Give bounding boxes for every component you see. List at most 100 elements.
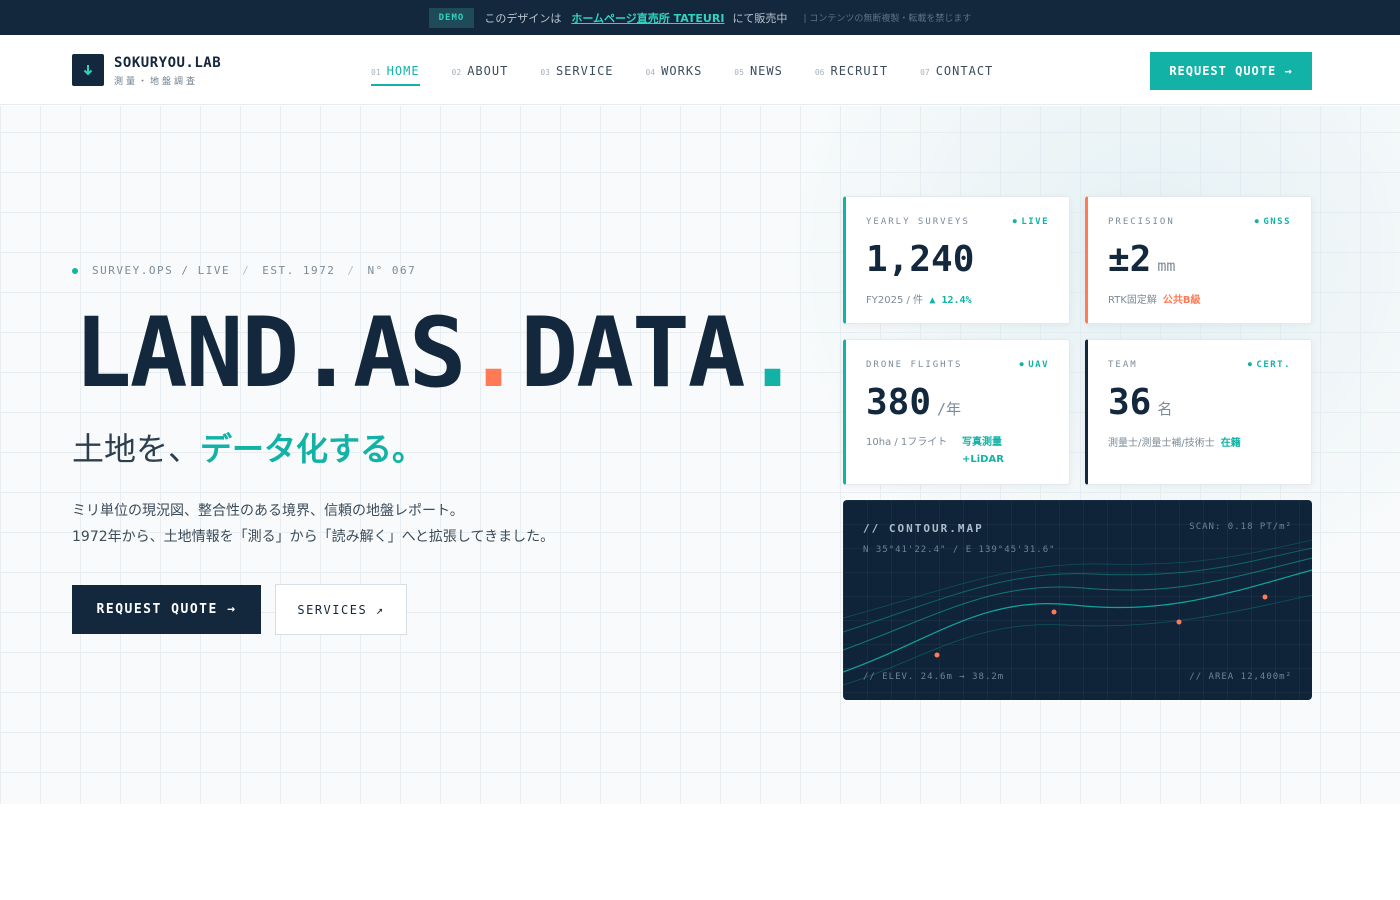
headline-dot: . (297, 297, 355, 409)
nav-number: 03 (540, 68, 550, 77)
demo-badge: DEMO (428, 7, 475, 28)
nav-label: WORKS (661, 64, 703, 78)
nav-label: ABOUT (467, 64, 509, 78)
stat-unit: /年 (937, 400, 962, 418)
stat-footnote: FY2025 / 件 ▲ 12.4% (866, 291, 972, 306)
stat-number: 380 (866, 382, 932, 423)
nav-number: 05 (734, 68, 744, 77)
stat-badge: GNSS (1255, 217, 1291, 227)
stat-foot-accent: 写真測量+LiDAR (962, 437, 1004, 465)
stat-value: 380/年 (866, 382, 961, 423)
nav-number: 04 (645, 68, 656, 77)
description-line: 1972年から、土地情報を「測る」から「読み解く」へと拡張してきました。 (72, 529, 555, 545)
nav-label: NEWS (749, 64, 783, 78)
stat-badge: UAV (1020, 360, 1049, 370)
nav-item-recruit[interactable]: 06 RECRUIT (815, 64, 888, 86)
main-nav: 01 HOME 02 ABOUT 03 SERVICE 04 WORKS 05 … (371, 64, 1025, 86)
stat-footnote: 10ha / 1フライト 写真測量+LiDAR (866, 434, 1046, 468)
eyebrow-part: EST. 1972 (262, 264, 336, 277)
eyebrow-part: SURVEY.OPS / LIVE (92, 264, 231, 277)
stat-foot-text: RTK固定解 (1108, 295, 1157, 306)
stat-card-precision: PRECISION GNSS ±2 mm RTK固定解公共B級 (1085, 196, 1312, 324)
arrow-down-icon (83, 65, 93, 76)
stat-foot-text: FY2025 / 件 (866, 295, 924, 306)
stat-value: 36 名 (1108, 382, 1172, 423)
nav-item-news[interactable]: 05 NEWS (734, 64, 783, 86)
nav-number: 01 (371, 68, 381, 77)
stat-unit: mm (1157, 257, 1176, 275)
services-button[interactable]: SERVICES ↗ (275, 584, 407, 635)
stat-card-team: TEAM CERT. 36 名 測量士/測量士補/技術士在籍 (1085, 339, 1312, 485)
nav-label: RECRUIT (830, 64, 889, 78)
headline-word: DATA (520, 297, 745, 409)
nav-item-works[interactable]: 04 WORKS (646, 64, 703, 86)
nav-item-service[interactable]: 03 SERVICE (540, 64, 613, 86)
headline-word: LAND (74, 297, 299, 409)
demo-note: | コンテンツの無断複製・転載を禁じます (803, 14, 972, 24)
nav-label: HOME (386, 64, 420, 78)
eyebrow-part: N° 067 (367, 264, 417, 277)
nav-number: 06 (814, 68, 825, 77)
live-dot-icon (72, 267, 78, 274)
demo-suffix: にて販売中 (732, 11, 788, 25)
demo-bar: DEMO このデザインは ホームページ直売所 TATEURI にて販売中 | コ… (0, 0, 1400, 35)
nav-label: CONTACT (935, 64, 994, 78)
map-elevation: // ELEV. 24.6m → 38.2m (863, 672, 1005, 682)
stat-foot-text: 10ha / 1フライト (866, 437, 948, 448)
stat-foot-accent: 公共B級 (1162, 295, 1201, 306)
survey-point-icon (934, 652, 940, 658)
logo-mark[interactable] (72, 54, 104, 86)
hero-headline: LAND.AS.DATA. (74, 297, 802, 409)
survey-point-icon (1176, 619, 1182, 625)
demo-shop-link[interactable]: ホームページ直売所 TATEURI (571, 10, 724, 26)
nav-item-contact[interactable]: 07 CONTACT (920, 64, 993, 86)
eyebrow-separator: / (347, 264, 356, 277)
survey-point-icon (1262, 594, 1268, 600)
stat-number: ±2 (1108, 239, 1152, 280)
stat-label: TEAM (1108, 360, 1138, 370)
map-scan-rate: SCAN: 0.18 PT/m² (1189, 522, 1292, 532)
stat-number: 1,240 (866, 239, 975, 280)
stat-foot-accent: 在籍 (1220, 438, 1241, 449)
headline-word: AS (352, 297, 467, 409)
stat-badge: LIVE (1013, 217, 1049, 227)
hero-description: ミリ単位の現況図、整合性のある境界、信頼の地盤レポート。 1972年から、土地情… (72, 498, 554, 550)
contour-map-panel: // CONTOUR.MAP SCAN: 0.18 PT/m² N 35°41'… (843, 500, 1312, 700)
header-request-quote-button[interactable]: REQUEST QUOTE → (1150, 52, 1312, 90)
map-coordinates: N 35°41'22.4" / E 139°45'31.6" (863, 545, 1056, 555)
site-header: SOKURYOU.LAB 測量・地盤調査 01 HOME 02 ABOUT 03… (0, 35, 1400, 105)
description-line: ミリ単位の現況図、整合性のある境界、信頼の地盤レポート。 (72, 503, 464, 519)
headline-dot-orange: . (464, 297, 523, 409)
headline-dot-teal: . (743, 297, 802, 409)
nav-item-home[interactable]: 01 HOME (371, 64, 420, 86)
stat-number: 36 (1108, 382, 1152, 423)
stat-trend: ▲ 12.4% (929, 295, 972, 306)
stat-card-yearly-surveys: YEARLY SURVEYS LIVE 1,240 FY2025 / 件 ▲ 1… (843, 196, 1070, 324)
eyebrow-separator: / (242, 264, 251, 277)
nav-number: 07 (920, 68, 930, 77)
stat-card-drone-flights: DRONE FLIGHTS UAV 380/年 10ha / 1フライト 写真測量… (843, 339, 1070, 485)
stat-label: DRONE FLIGHTS (866, 360, 963, 370)
nav-number: 02 (451, 68, 462, 77)
map-area: // AREA 12,400m² (1189, 672, 1292, 682)
survey-point-icon (1051, 609, 1057, 615)
nav-label: SERVICE (555, 64, 614, 78)
hero-eyebrow: SURVEY.OPS / LIVE / EST. 1972 / N° 067 (72, 264, 416, 277)
nav-item-about[interactable]: 02 ABOUT (452, 64, 509, 86)
demo-text: このデザインは (484, 11, 562, 25)
hero-subtitle: 土地を、データ化する。 (72, 424, 424, 470)
request-quote-button[interactable]: REQUEST QUOTE → (72, 585, 261, 634)
logo-subtitle: 測量・地盤調査 (114, 77, 199, 87)
stat-unit: 名 (1157, 400, 1173, 418)
stat-footnote: 測量士/測量士補/技術士 在籍 (1108, 434, 1241, 449)
stat-foot-text: 測量士/測量士補/技術士 (1108, 438, 1215, 449)
stat-value: ±2 mm (1108, 239, 1175, 280)
stat-label: YEARLY SURVEYS (866, 217, 970, 227)
logo-name[interactable]: SOKURYOU.LAB (114, 55, 221, 71)
subtitle-accent: データ化する。 (200, 430, 425, 468)
map-title: // CONTOUR.MAP (863, 522, 984, 535)
stat-badge: CERT. (1248, 360, 1291, 370)
stat-value: 1,240 (866, 239, 974, 280)
stat-footnote: RTK固定解 公共B級 (1108, 291, 1201, 306)
stat-label: PRECISION (1108, 217, 1175, 227)
